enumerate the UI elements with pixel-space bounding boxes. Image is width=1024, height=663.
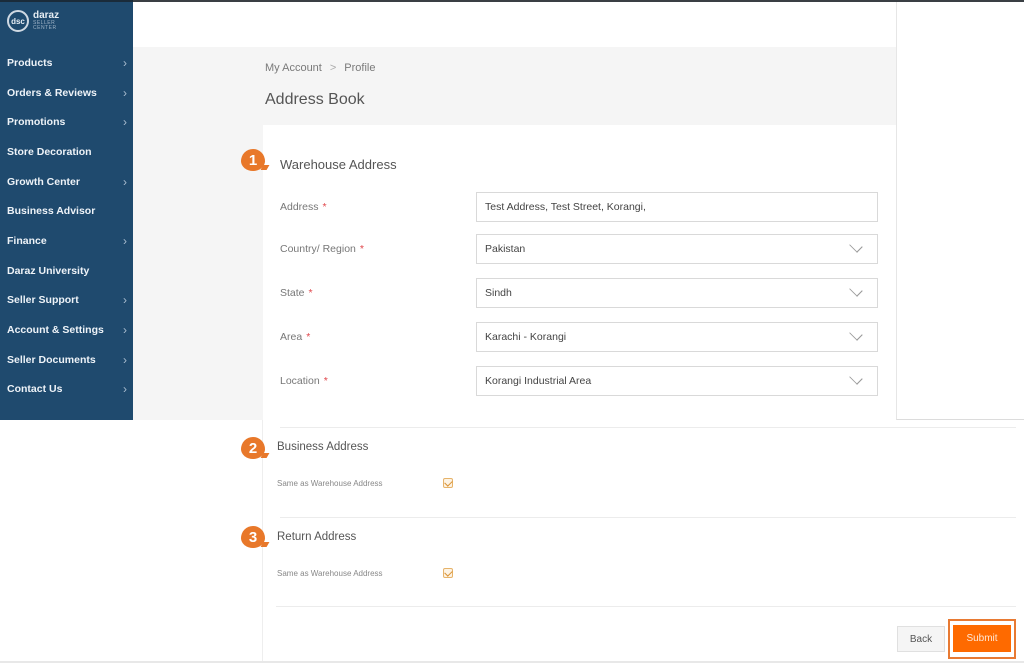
page-title: Address Book (265, 91, 365, 108)
sidebar-item-label: Store Decoration (7, 145, 92, 158)
business-same-as-checkbox[interactable] (443, 478, 453, 488)
step-3-badge: 3 (241, 526, 265, 548)
chevron-down-icon (849, 283, 863, 297)
sidebar-item-seller-support[interactable]: Seller Support › (0, 286, 133, 316)
return-same-as-label: Same as Warehouse Address (277, 569, 383, 578)
sidebar-item-label: Seller Documents (7, 353, 96, 366)
chevron-right-icon: › (123, 233, 127, 248)
top-bar (133, 0, 896, 47)
required-marker: * (308, 287, 313, 299)
section-divider (280, 427, 1016, 428)
sidebar-nav: Products › Orders & Reviews › Promotions › … (0, 48, 133, 404)
sidebar-item-contact-us[interactable]: Contact Us › (0, 375, 133, 405)
address-input-value: Test Address, Test Street, Korangi, (485, 201, 646, 213)
chevron-down-icon (849, 371, 863, 385)
back-button[interactable]: Back (897, 626, 945, 652)
section-divider (280, 517, 1016, 518)
chevron-right-icon: › (123, 55, 127, 70)
sidebar-item-business-advisor[interactable]: Business Advisor (0, 196, 133, 226)
state-select[interactable]: Sindh (476, 278, 878, 308)
chevron-right-icon: › (123, 352, 127, 367)
chevron-right-icon: › (123, 174, 127, 189)
sidebar-item-daraz-university[interactable]: Daraz University (0, 256, 133, 286)
return-address-title: Return Address (277, 531, 357, 543)
breadcrumb-separator-icon: > (329, 62, 337, 74)
chevron-down-icon (849, 239, 863, 253)
chevron-right-icon: › (123, 382, 127, 397)
sidebar-item-label: Daraz University (7, 264, 90, 277)
sidebar-item-products[interactable]: Products › (0, 48, 133, 78)
country-region-label: Country/ Region * (280, 243, 364, 255)
country-region-value: Pakistan (485, 243, 526, 255)
sidebar-item-account-settings[interactable]: Account & Settings › (0, 315, 133, 345)
sidebar: dsc daraz SELLER CENTER Products › Orders… (0, 0, 133, 420)
breadcrumb-my-account[interactable]: My Account (265, 62, 322, 74)
right-panel (896, 0, 1024, 420)
logo-sub-center: CENTER (33, 25, 57, 31)
chevron-right-icon: › (123, 293, 127, 308)
sidebar-item-label: Business Advisor (7, 205, 96, 218)
step-1-badge: 1 (241, 149, 265, 171)
sidebar-item-promotions[interactable]: Promotions › (0, 107, 133, 137)
required-marker: * (323, 375, 328, 387)
chevron-down-icon (849, 327, 863, 341)
chevron-right-icon: › (123, 115, 127, 130)
logo-mark-icon: dsc (7, 10, 29, 32)
warehouse-address-title: Warehouse Address (280, 157, 397, 172)
chevron-right-icon: › (123, 85, 127, 100)
sidebar-item-label: Growth Center (7, 175, 80, 188)
required-marker: * (359, 243, 364, 255)
sidebar-item-orders-reviews[interactable]: Orders & Reviews › (0, 78, 133, 108)
chevron-right-icon: › (123, 323, 127, 338)
area-label: Area * (280, 331, 311, 343)
location-value: Korangi Industrial Area (485, 375, 592, 387)
breadcrumb: My Account > Profile (265, 62, 375, 74)
country-region-select[interactable]: Pakistan (476, 234, 878, 264)
sidebar-item-label: Account & Settings (7, 324, 104, 337)
step-2-badge: 2 (241, 437, 265, 459)
sidebar-item-label: Finance (7, 234, 47, 247)
location-select[interactable]: Korangi Industrial Area (476, 366, 878, 396)
daraz-logo[interactable]: dsc daraz SELLER CENTER (7, 10, 59, 32)
section-divider (276, 606, 1016, 607)
state-label: State * (280, 287, 313, 299)
sidebar-item-seller-documents[interactable]: Seller Documents › (0, 345, 133, 375)
business-address-title: Business Address (277, 441, 369, 453)
address-input[interactable]: Test Address, Test Street, Korangi, (476, 192, 878, 222)
area-value: Karachi - Korangi (485, 331, 567, 343)
sidebar-item-label: Orders & Reviews (7, 86, 97, 99)
return-same-as-checkbox[interactable] (443, 568, 453, 578)
sidebar-item-label: Contact Us (7, 383, 63, 396)
sidebar-item-store-decoration[interactable]: Store Decoration (0, 137, 133, 167)
sidebar-item-label: Promotions (7, 116, 66, 129)
address-label: Address * (280, 201, 327, 213)
state-value: Sindh (485, 287, 512, 299)
sidebar-item-growth-center[interactable]: Growth Center › (0, 167, 133, 197)
required-marker: * (306, 331, 311, 343)
sidebar-item-label: Products (7, 56, 53, 69)
seller-center-page: dsc daraz SELLER CENTER Products › Orders… (0, 0, 1024, 663)
breadcrumb-profile[interactable]: Profile (344, 62, 375, 74)
sidebar-item-label: Seller Support (7, 294, 79, 307)
area-select[interactable]: Karachi - Korangi (476, 322, 878, 352)
top-border (896, 0, 1024, 2)
sidebar-item-finance[interactable]: Finance › (0, 226, 133, 256)
submit-button[interactable]: Submit (953, 625, 1011, 652)
location-label: Location * (280, 375, 328, 387)
business-same-as-label: Same as Warehouse Address (277, 479, 383, 488)
required-marker: * (322, 201, 327, 213)
